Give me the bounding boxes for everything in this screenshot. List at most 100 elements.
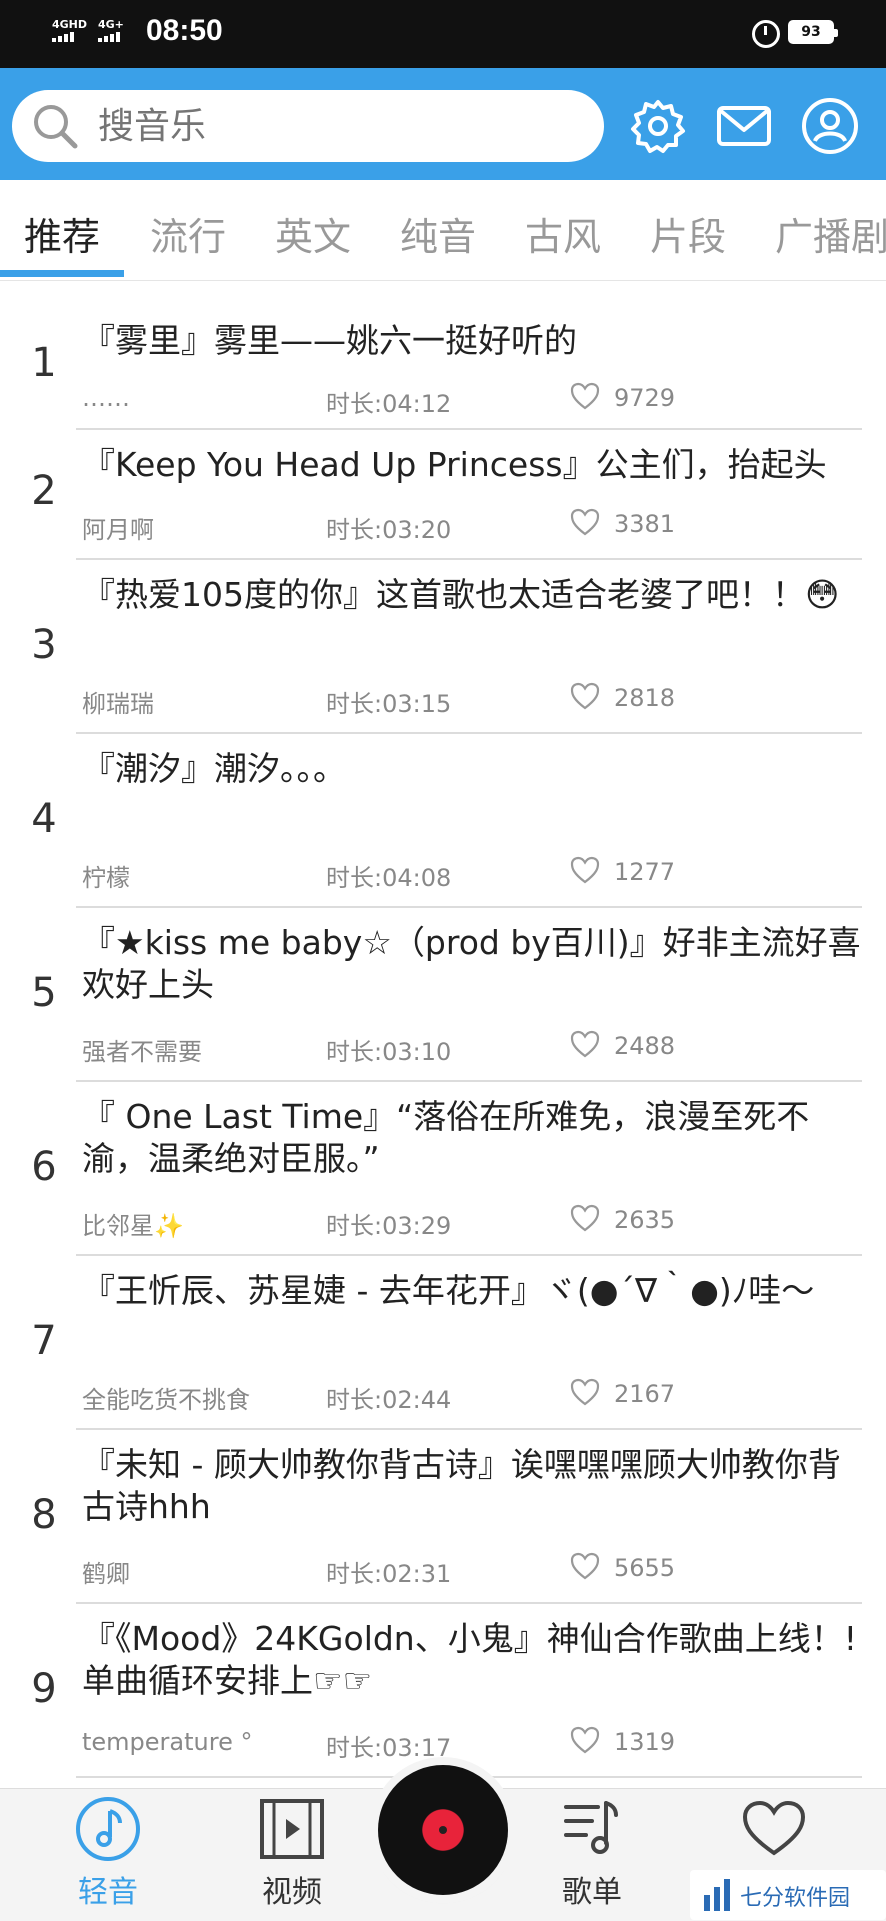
song-meta: 比邻星✨ 时长:03:29 2635 <box>82 1204 862 1240</box>
nav-label: 轻音 <box>78 1875 138 1910</box>
tab-radio-drama[interactable]: 广播剧 <box>775 206 886 261</box>
user-icon[interactable] <box>800 96 860 156</box>
song-rank: 4 <box>31 796 57 842</box>
song-rank: 3 <box>31 622 57 668</box>
battery-icon: 93 <box>788 20 838 44</box>
song-title: 『《Mood》24KGoldn、小鬼』神仙合作歌曲上线！! 单曲循环安排上☞☞ <box>82 1619 857 1700</box>
uploader-name: 强者不需要 <box>82 1038 202 1066</box>
uploader-name: …… <box>82 384 130 412</box>
nav-label: 歌单 <box>562 1875 622 1910</box>
heart-icon[interactable] <box>570 856 600 884</box>
song-row[interactable]: 5 『★kiss me baby☆（prod by百川)』好非主流好喜欢好上头 … <box>31 908 862 1082</box>
song-title: 『王忻辰、苏星婕 - 去年花开』ヾ(●´∇｀●)ﾉ哇～ <box>82 1271 815 1310</box>
song-row[interactable]: 4 『潮汐』潮汐。。。 柠檬 时长:04:08 1277 <box>31 734 862 908</box>
mail-icon[interactable] <box>714 96 774 156</box>
song-row[interactable]: 2 『Keep You Head Up Princess』公主们，抬起头 阿月啊… <box>31 430 862 560</box>
watermark-logo: 七分软件园 <box>690 1870 886 1920</box>
song-meta: 柠檬 时长:04:08 1277 <box>82 856 862 892</box>
alarm-icon <box>752 20 780 48</box>
song-rank: 1 <box>31 340 57 386</box>
header-bar <box>0 68 886 180</box>
uploader-name: 柳瑞瑞 <box>82 690 154 718</box>
song-row[interactable]: 6 『 One Last Time』“落俗在所难免，浪漫至死不渝，温柔绝对臣服。… <box>31 1082 862 1256</box>
song-rank: 9 <box>31 1666 57 1712</box>
duration: 时长:04:08 <box>326 864 452 892</box>
heart-icon[interactable] <box>570 382 600 410</box>
heart-icon[interactable] <box>570 1726 600 1754</box>
nav-video[interactable]: 视频 <box>232 1789 352 1921</box>
search-bar[interactable] <box>12 90 604 162</box>
song-title: 『潮汐』潮汐。。。 <box>82 749 346 788</box>
duration: 时长:03:10 <box>326 1038 452 1066</box>
song-title: 『雾里』雾里——姚六一挺好听的 <box>82 321 577 360</box>
duration: 时长:03:17 <box>326 1734 452 1762</box>
tab-pure-music[interactable]: 纯音 <box>400 206 476 261</box>
song-row[interactable]: 7 『王忻辰、苏星婕 - 去年花开』ヾ(●´∇｀●)ﾉ哇～ 全能吃货不挑食 时长… <box>31 1256 862 1430</box>
song-row[interactable]: 9 『《Mood》24KGoldn、小鬼』神仙合作歌曲上线！! 单曲循环安排上☞… <box>31 1604 862 1778</box>
uploader-name: 阿月啊 <box>82 516 154 544</box>
video-icon <box>260 1799 324 1859</box>
song-rank: 2 <box>31 468 57 514</box>
signal-1-icon: 4GHD <box>52 18 88 42</box>
heart-icon <box>742 1800 806 1856</box>
uploader-name: 鹤卿 <box>82 1560 130 1588</box>
song-row[interactable]: 3 『热爱105度的你』这首歌也太适合老婆了吧！！😳 柳瑞瑞 时长:03:15 … <box>31 560 862 734</box>
song-rank: 8 <box>31 1492 57 1538</box>
heart-icon[interactable] <box>570 1552 600 1580</box>
song-rank: 6 <box>31 1144 57 1190</box>
tab-recommend[interactable]: 推荐 <box>24 206 100 261</box>
song-row[interactable]: 1 『雾里』雾里——姚六一挺好听的 …… 时长:04:12 9729 <box>31 284 862 430</box>
nav-playlist[interactable]: 歌单 <box>532 1789 652 1921</box>
uploader-name: 全能吃货不挑食 <box>82 1386 250 1414</box>
uploader-name: temperature ° <box>82 1728 253 1756</box>
duration: 时长:02:31 <box>326 1560 452 1588</box>
tab-clips[interactable]: 片段 <box>650 206 726 261</box>
like-count: 5655 <box>614 1554 676 1582</box>
song-meta: 柳瑞瑞 时长:03:15 2818 <box>82 682 862 718</box>
like-count: 1277 <box>614 858 676 886</box>
duration: 时长:03:20 <box>326 516 452 544</box>
duration: 时长:03:15 <box>326 690 452 718</box>
settings-icon[interactable] <box>628 96 688 156</box>
tab-popular[interactable]: 流行 <box>150 206 226 261</box>
record-disc-icon[interactable] <box>378 1765 508 1895</box>
song-meta: 鹤卿 时长:02:31 5655 <box>82 1552 862 1588</box>
nav-light-music[interactable]: 轻音 <box>48 1789 168 1921</box>
song-title: 『Keep You Head Up Princess』公主们，抬起头 <box>82 445 827 484</box>
tab-ancient-style[interactable]: 古风 <box>525 206 601 261</box>
tab-english[interactable]: 英文 <box>275 206 351 261</box>
signal-2-icon: 4G+ <box>98 18 124 42</box>
song-rank: 5 <box>31 970 57 1016</box>
signal-2-label: 4G+ <box>98 18 124 31</box>
heart-icon[interactable] <box>570 508 600 536</box>
search-icon <box>34 105 78 149</box>
uploader-name: 柠檬 <box>82 864 130 892</box>
heart-icon[interactable] <box>570 1378 600 1406</box>
song-list: 1 『雾里』雾里——姚六一挺好听的 …… 时长:04:12 9729 2 『Ke… <box>0 284 886 1778</box>
song-title: 『 One Last Time』“落俗在所难免，浪漫至死不渝，温柔绝对臣服。” <box>82 1097 810 1178</box>
like-count: 9729 <box>614 384 676 412</box>
song-rank: 7 <box>31 1318 57 1364</box>
like-count: 2488 <box>614 1032 676 1060</box>
heart-icon[interactable] <box>570 1204 600 1232</box>
song-title: 『★kiss me baby☆（prod by百川)』好非主流好喜欢好上头 <box>82 923 861 1004</box>
duration: 时长:04:12 <box>326 390 452 418</box>
like-count: 2818 <box>614 684 676 712</box>
song-meta: temperature ° 时长:03:17 1319 <box>82 1726 862 1762</box>
song-row[interactable]: 8 『未知 - 顾大帅教你背古诗』诶嘿嘿嘿顾大帅教你背古诗hhh 鹤卿 时长:0… <box>31 1430 862 1604</box>
clock: 08:50 <box>146 14 223 47</box>
active-tab-indicator <box>0 270 124 277</box>
like-count: 2167 <box>614 1380 676 1408</box>
signal-1-label: 4GHD <box>52 18 88 31</box>
like-count: 3381 <box>614 510 676 538</box>
song-meta: 阿月啊 时长:03:20 3381 <box>82 508 862 544</box>
nav-label: 视频 <box>262 1875 322 1910</box>
status-bar: 4GHD 4G+ 08:50 93 <box>0 0 886 68</box>
heart-icon[interactable] <box>570 1030 600 1058</box>
search-input[interactable] <box>96 104 560 148</box>
like-count: 2635 <box>614 1206 676 1234</box>
duration: 时长:03:29 <box>326 1212 452 1240</box>
song-title: 『未知 - 顾大帅教你背古诗』诶嘿嘿嘿顾大帅教你背古诗hhh <box>82 1445 841 1526</box>
song-meta: 强者不需要 时长:03:10 2488 <box>82 1030 862 1066</box>
heart-icon[interactable] <box>570 682 600 710</box>
